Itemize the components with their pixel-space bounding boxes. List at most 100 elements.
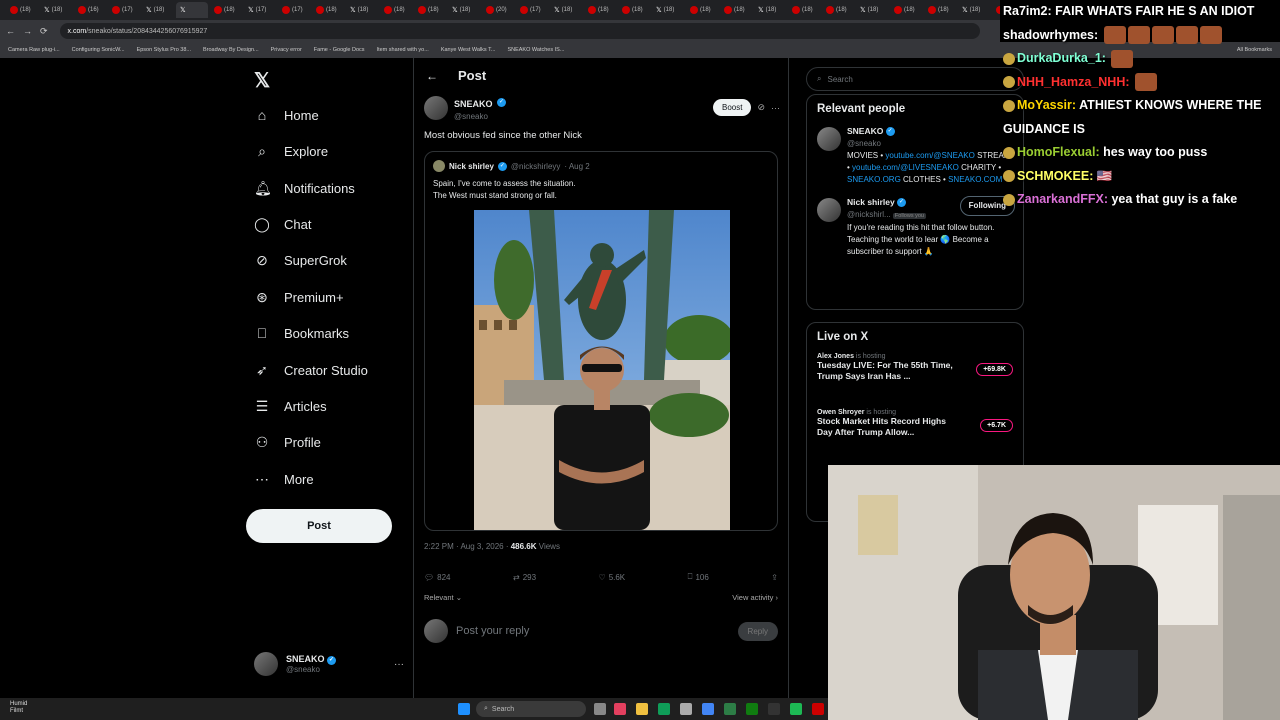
browser-tab[interactable]: (18) bbox=[992, 2, 1000, 18]
avatar[interactable] bbox=[424, 95, 448, 120]
post-button[interactable]: Post bbox=[246, 509, 392, 543]
xbox-icon[interactable] bbox=[746, 703, 758, 715]
view-activity-link[interactable]: View activity › bbox=[732, 593, 778, 602]
browser-tab[interactable]: 𝕏 (18) bbox=[856, 2, 888, 18]
browser-tab[interactable]: (18) bbox=[618, 2, 650, 18]
app-icon[interactable] bbox=[768, 703, 780, 715]
url-input[interactable]: x.com /sneako/status/2084344256076915927 bbox=[59, 23, 980, 39]
nav-item-more[interactable]: ⋯ More bbox=[254, 466, 314, 492]
author-name[interactable]: SNEAKO bbox=[454, 99, 493, 109]
quoted-post[interactable]: Nick shirley ✓ @nickshirleyy · Aug 2 Spa… bbox=[424, 151, 778, 531]
chrome-icon[interactable] bbox=[702, 703, 714, 715]
bookmark-item[interactable]: Privacy error bbox=[271, 47, 302, 53]
live-item[interactable]: Alex Jones is hosting Tuesday LIVE: For … bbox=[807, 349, 1023, 405]
reply-input[interactable]: Post your reply bbox=[456, 625, 529, 637]
folder-icon[interactable] bbox=[636, 703, 648, 715]
bio-link[interactable]: SNEAKO.ORG bbox=[847, 175, 901, 184]
share-icon[interactable]: ⇪ bbox=[771, 572, 778, 582]
bookmark-item[interactable]: Configuring SonicW... bbox=[72, 47, 125, 53]
bio-link[interactable]: youtube.com/@SNEAKO bbox=[885, 151, 975, 160]
browser-tab[interactable]: (18) bbox=[822, 2, 854, 18]
browser-tab[interactable]: 𝕏 (18) bbox=[448, 2, 480, 18]
nav-item-supergrok[interactable]: ⊘ SuperGrok bbox=[254, 247, 347, 273]
nav-item-bookmarks[interactable]: ⎕ Bookmarks bbox=[254, 320, 349, 346]
nav-item-chat[interactable]: ◯ Chat bbox=[254, 211, 311, 237]
browser-tab[interactable]: 𝕏 (18) bbox=[40, 2, 72, 18]
browser-tab[interactable]: 𝕏 bbox=[176, 2, 208, 18]
nav-item-notifications[interactable]: 🔔︎ Notifications bbox=[254, 175, 355, 201]
post-photo[interactable] bbox=[474, 210, 730, 530]
more-dots-icon[interactable]: ··· bbox=[771, 103, 780, 113]
browser-tab[interactable]: 𝕏 (18) bbox=[142, 2, 174, 18]
browser-tab[interactable]: 𝕏 (17) bbox=[244, 2, 276, 18]
back-arrow-icon[interactable]: ← bbox=[6, 26, 15, 36]
grok-icon[interactable]: ⊘ bbox=[757, 102, 765, 113]
browser-tab[interactable]: 𝕏 (18) bbox=[652, 2, 684, 18]
boost-button[interactable]: Boost bbox=[712, 99, 752, 116]
store-icon[interactable] bbox=[680, 703, 692, 715]
browser-tab[interactable]: (18) bbox=[6, 2, 38, 18]
bio-link[interactable]: youtube.com/@LIVESNEAKO bbox=[852, 163, 959, 172]
person-card[interactable]: Nick shirley ✓ @nickshirl... Follows you… bbox=[807, 192, 1023, 264]
browser-tab[interactable]: 𝕏 (18) bbox=[958, 2, 990, 18]
live-item[interactable]: Owen Shroyer is hosting Stock Market Hit… bbox=[807, 405, 1023, 461]
bookmark-item[interactable]: Epson Stylus Pro 38... bbox=[137, 47, 191, 53]
browser-tab[interactable]: (18) bbox=[924, 2, 956, 18]
start-icon[interactable] bbox=[458, 703, 470, 715]
browser-tab[interactable]: (18) bbox=[788, 2, 820, 18]
browser-tab[interactable]: (17) bbox=[278, 2, 310, 18]
nav-item-premium[interactable]: ⊛ Premium+ bbox=[254, 284, 343, 310]
chat-badge-icon bbox=[1003, 99, 1015, 112]
reply-action[interactable]: 💬︎ 824 bbox=[424, 572, 451, 582]
more-dots-icon[interactable]: ··· bbox=[394, 659, 404, 670]
taskbar-search[interactable]: ⌕ Search bbox=[476, 701, 586, 717]
bookmark-item[interactable]: Fame - Google Docs bbox=[314, 47, 365, 53]
browser-tab[interactable]: 𝕏 (18) bbox=[550, 2, 582, 18]
bookmark-action[interactable]: ⎕ 106 bbox=[688, 572, 709, 582]
bookmark-item[interactable]: Kanye West Walks T... bbox=[441, 47, 496, 53]
browser-tab[interactable]: (18) bbox=[312, 2, 344, 18]
search-input[interactable]: ⌕ Search bbox=[806, 67, 1024, 91]
edge-icon[interactable] bbox=[658, 703, 670, 715]
bookmark-item[interactable]: Broadway By Design... bbox=[203, 47, 259, 53]
browser-tab[interactable]: (18) bbox=[380, 2, 412, 18]
browser-tab[interactable]: (18) bbox=[210, 2, 242, 18]
back-arrow-icon[interactable]: ← bbox=[426, 69, 438, 83]
task-view-icon[interactable] bbox=[594, 703, 606, 715]
nav-item-home[interactable]: ⌂ Home bbox=[254, 102, 319, 128]
person-card[interactable]: SNEAKO ✓ @sneako MOVIES • youtube.com/@S… bbox=[807, 121, 1023, 192]
bookmark-item[interactable]: Camera Raw plug-i... bbox=[8, 47, 60, 53]
nav-item-profile[interactable]: ⚇ Profile bbox=[254, 429, 321, 455]
app-icon[interactable] bbox=[724, 703, 736, 715]
tab-favicon-icon bbox=[112, 6, 120, 14]
browser-tab[interactable]: (18) bbox=[720, 2, 752, 18]
bookmark-item[interactable]: Item shared with yo... bbox=[377, 47, 429, 53]
nav-item-creator-studio[interactable]: ➶ Creator Studio bbox=[254, 357, 368, 383]
browser-tab[interactable]: (18) bbox=[584, 2, 616, 18]
like-action[interactable]: ♡ 5.6K bbox=[599, 572, 626, 582]
sort-dropdown[interactable]: Relevant ⌄ bbox=[424, 593, 462, 602]
browser-tab[interactable]: (18) bbox=[414, 2, 446, 18]
browser-tab[interactable]: (17) bbox=[108, 2, 140, 18]
browser-tab[interactable]: (20) bbox=[482, 2, 514, 18]
x-logo-icon[interactable]: 𝕏 bbox=[254, 68, 270, 93]
browser-tab[interactable]: 𝕏 (18) bbox=[346, 2, 378, 18]
repost-action[interactable]: ⇄ 293 bbox=[513, 572, 536, 582]
bio-link[interactable]: SNEAKO.COM bbox=[948, 175, 1002, 184]
app-icon[interactable] bbox=[614, 703, 626, 715]
browser-tab[interactable]: 𝕏 (18) bbox=[754, 2, 786, 18]
browser-tab[interactable]: (17) bbox=[516, 2, 548, 18]
nav-item-articles[interactable]: ☰ Articles bbox=[254, 393, 327, 419]
reload-icon[interactable]: ⟳ bbox=[40, 26, 48, 37]
nav-item-explore[interactable]: ⌕ Explore bbox=[254, 138, 328, 164]
weather-widget[interactable]: Humid Filmt bbox=[10, 701, 27, 715]
bookmark-item[interactable]: SNEAKO Watches IS... bbox=[507, 47, 564, 53]
browser-tab[interactable]: (18) bbox=[686, 2, 718, 18]
browser-tab[interactable]: (18) bbox=[890, 2, 922, 18]
spotify-icon[interactable] bbox=[790, 703, 802, 715]
reply-button[interactable]: Reply bbox=[737, 621, 778, 641]
app-icon[interactable] bbox=[812, 703, 824, 715]
browser-tab[interactable]: (16) bbox=[74, 2, 106, 18]
forward-arrow-icon[interactable]: → bbox=[23, 26, 32, 36]
account-switcher[interactable]: SNEAKO ✓ @sneako ··· bbox=[254, 652, 404, 676]
